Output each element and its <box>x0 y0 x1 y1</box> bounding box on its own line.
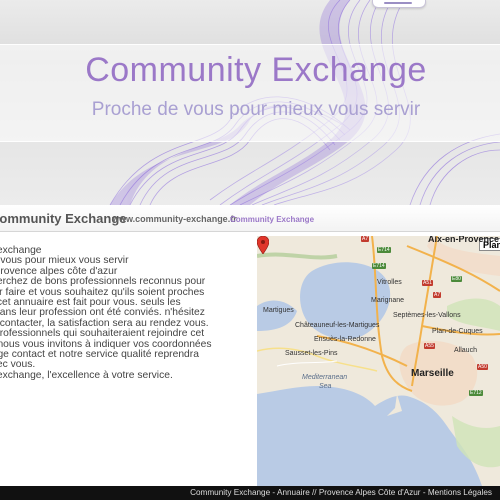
map-label-aix: Aix-en-Provence <box>428 236 500 244</box>
intro-line: ty exchange, l'excellence à votre servic… <box>0 369 173 381</box>
road-shield-e714-north: E714 <box>377 247 391 253</box>
map-marker-icon[interactable] <box>257 236 269 254</box>
map-label-marignane: Marignane <box>371 297 405 304</box>
content-header: Community Exchange www.community-exchang… <box>0 205 500 232</box>
road-shield-a50: A50 <box>477 364 488 370</box>
road-shield-a51: A51 <box>422 280 433 286</box>
site-name-small: Community Exchange <box>230 215 315 224</box>
intro-text: ty exchange de vous pour mieux vous serv… <box>0 245 239 381</box>
map-label-marseille: Marseille <box>411 368 454 379</box>
map-label-sausset: Sausset-les-Pins <box>285 350 338 357</box>
map-label-sea: Sea <box>319 383 332 390</box>
site-url: www.community-exchange.fr <box>112 214 237 224</box>
map-label-allauch: Allauch <box>454 347 477 354</box>
road-shield-e712: E712 <box>469 390 483 396</box>
map-label-plan-de-cuques: Plan-de-Cuques <box>432 328 483 335</box>
map-label-septemes: Septèmes-les-Vallons <box>393 312 461 319</box>
road-shield-e80: E80 <box>451 276 462 282</box>
site-tagline: Proche de vous pour mieux vous servir <box>91 99 421 120</box>
intro-line: page contact et notre service qualité re… <box>0 349 199 361</box>
road-shield-a55: A55 <box>424 343 435 349</box>
map-label-mediterranean: Mediterranean <box>302 374 348 381</box>
map-label-martigues: Martigues <box>263 307 294 314</box>
map-label-vitrolles: Vitrolles <box>377 279 402 286</box>
top-tab-indicator <box>384 2 412 4</box>
map-tiles <box>257 236 500 486</box>
location-map[interactable]: Plan Aix-en-Provence Marignane Vitrolles… <box>257 236 500 486</box>
map-label-chateauneuf: Châteauneuf-les-Martigues <box>295 322 380 329</box>
site-title: Community Exchange <box>85 51 427 89</box>
map-label-ensues: Ensuès-la-Redonne <box>314 336 376 343</box>
road-shield-a7-south: A7 <box>433 292 442 298</box>
road-shield-e714: E714 <box>372 263 386 269</box>
footer-bar: Community Exchange - Annuaire // Provenc… <box>0 486 500 500</box>
road-shield-a7: A7 <box>361 236 370 242</box>
content-title: Community Exchange <box>0 211 127 226</box>
footer-text[interactable]: Community Exchange - Annuaire // Provenc… <box>190 488 492 497</box>
